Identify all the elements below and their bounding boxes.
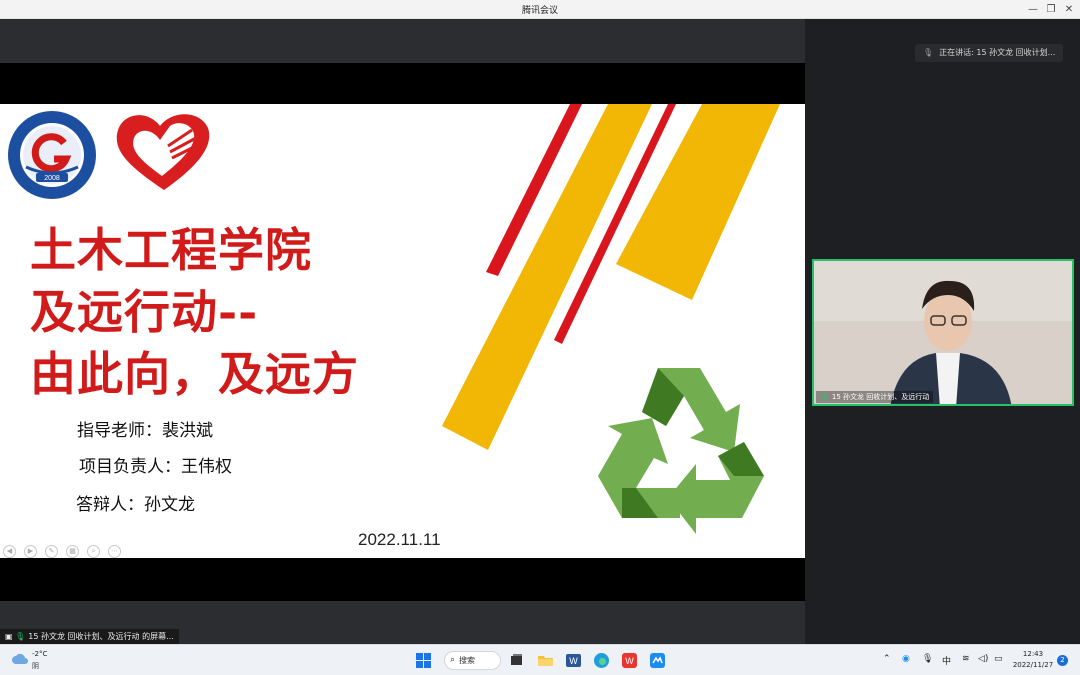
pen-icon[interactable]: ✎ (45, 545, 58, 558)
project-leader-text: 项目负责人：王伟权 (79, 457, 232, 477)
microphone-icon: 🎙 (15, 632, 26, 641)
slide-title-line-2: 及远行动-- (30, 285, 259, 339)
school-logo-icon: 2008 (8, 111, 96, 199)
tencent-meeting-icon[interactable] (649, 652, 666, 669)
clock-time: 12:43 (1022, 650, 1044, 658)
cloud-icon (12, 653, 28, 664)
wps-office-icon[interactable]: W (621, 652, 638, 669)
file-explorer-icon[interactable] (537, 652, 554, 669)
zoom-icon[interactable]: ⌕ (87, 545, 100, 558)
desktop: 腾讯会议 — ❐ ✕ 2008 土木工程学院 及远行动-- 由此向，及远方 指导… (0, 0, 1080, 675)
notification-badge[interactable]: 2 (1057, 655, 1068, 666)
presentation-slide: 2008 土木工程学院 及远行动-- 由此向，及远方 指导老师：裴洪斌 项目负责… (0, 104, 805, 558)
participant-name-label: 🎙 15 孙文龙 回收计划、及远行动 (816, 391, 934, 403)
slides-grid-icon[interactable]: ▦ (66, 545, 79, 558)
screen-share-status[interactable]: ▣ 🎙 15 孙文龙 回收计划、及远行动 的屏幕... (0, 629, 179, 644)
edge-browser-icon[interactable] (593, 652, 610, 669)
clock-date: 2022/11/27 (1012, 661, 1054, 669)
letterbox-bottom (0, 558, 805, 601)
battery-icon[interactable]: ▭ (994, 654, 1003, 664)
volunteer-heart-logo-icon (116, 114, 210, 190)
shared-screen-area: 2008 土木工程学院 及远行动-- 由此向，及远方 指导老师：裴洪斌 项目负责… (0, 19, 805, 644)
participant-video-tile[interactable]: 🎙 15 孙文龙 回收计划、及远行动 (812, 259, 1074, 406)
volume-icon[interactable]: ◁) (978, 654, 988, 664)
taskbar-search[interactable]: ⌕ 搜索 (444, 651, 501, 670)
weather-condition: 阴 (32, 662, 39, 670)
more-options-icon[interactable]: ⋯ (108, 545, 121, 558)
close-icon[interactable]: ✕ (1058, 2, 1080, 17)
windows-start-icon[interactable] (415, 652, 432, 669)
search-icon: ⌕ (450, 655, 456, 665)
microphone-icon: 🎙 (820, 393, 829, 401)
letterbox-top (0, 63, 805, 104)
defender-text: 答辩人：孙文龙 (76, 495, 195, 515)
speaking-indicator: 🎙 正在讲话: 15 孙文龙 回收计划... (915, 44, 1064, 62)
slideshow-controls: ◀ ▶ ✎ ▦ ⌕ ⋯ (3, 538, 129, 558)
tray-app-icon[interactable]: ◉ (902, 654, 910, 664)
participants-panel: 🎙 正在讲话: 15 孙文龙 回收计划... 🎙 15 孙文龙 回收计划、及远行动 (805, 19, 1080, 644)
title-bar: 腾讯会议 — ❐ ✕ (0, 0, 1080, 19)
task-view-icon[interactable] (508, 652, 525, 669)
microphone-tray-icon[interactable]: 🎙 (922, 654, 933, 664)
recycle-icon (598, 368, 764, 534)
show-hidden-icons-icon[interactable]: ⌃ (883, 654, 891, 664)
microphone-icon: 🎙 (923, 48, 934, 57)
slide-title-line-1: 土木工程学院 (30, 223, 312, 277)
screen-share-icon: ▣ (5, 632, 13, 641)
advisor-text: 指导老师：裴洪斌 (77, 421, 213, 441)
svg-text:2008: 2008 (44, 175, 60, 182)
weather-widget[interactable]: -2°C 阴 (12, 650, 47, 670)
input-method-indicator[interactable]: 中 (942, 654, 951, 667)
svg-text:W: W (625, 656, 634, 666)
wifi-icon[interactable]: ≋ (962, 654, 970, 664)
next-slide-icon[interactable]: ▶ (24, 545, 37, 558)
participant-video (814, 261, 1072, 404)
word-icon[interactable]: W (565, 652, 582, 669)
taskbar: -2°C 阴 ⌕ 搜索 W W ⌃ ◉ 🎙 中 ≋ ◁) ▭ 12:43 202… (0, 644, 1080, 675)
svg-text:W: W (569, 656, 578, 666)
slide-title-line-3: 由此向，及远方 (30, 347, 359, 401)
previous-slide-icon[interactable]: ◀ (3, 545, 16, 558)
weather-temperature: -2°C (32, 650, 48, 658)
slide-date: 2022.11.11 (358, 530, 441, 549)
window-title: 腾讯会议 (521, 6, 558, 16)
system-clock[interactable]: 12:43 2022/11/27 (1012, 649, 1054, 671)
